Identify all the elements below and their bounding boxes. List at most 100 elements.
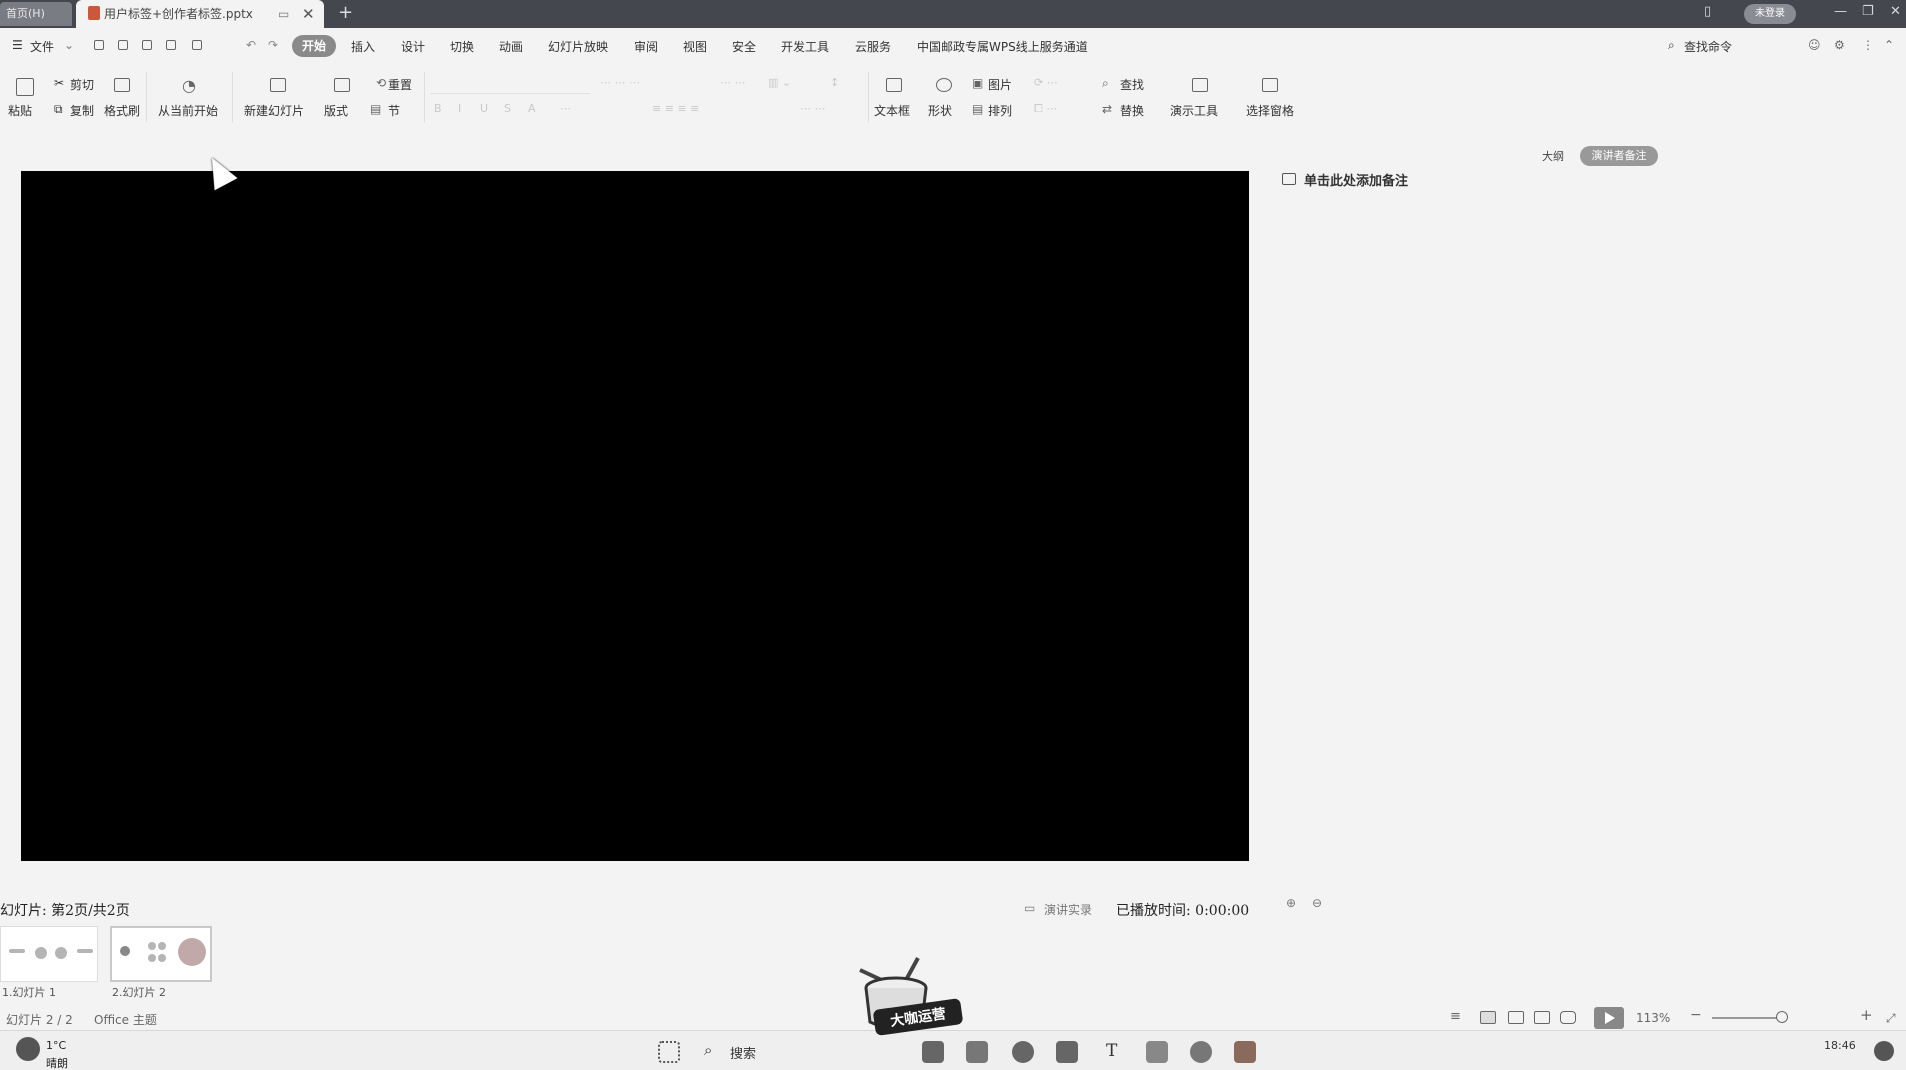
tab-insert[interactable]: 插入 bbox=[351, 38, 375, 55]
wps-presentation-icon[interactable] bbox=[1234, 1041, 1256, 1063]
tab-security[interactable]: 安全 bbox=[732, 38, 756, 55]
copy-button[interactable]: 复制 bbox=[70, 102, 94, 119]
search-command[interactable]: 查找命令 bbox=[1684, 38, 1732, 55]
open-icon[interactable] bbox=[94, 40, 104, 50]
slideshow-play-button[interactable] bbox=[1594, 1007, 1624, 1029]
hamburger-icon[interactable]: ☰ bbox=[12, 38, 23, 52]
selection-pane-icon[interactable] bbox=[1262, 78, 1278, 92]
calculator-icon[interactable] bbox=[1146, 1041, 1168, 1063]
reset-button[interactable]: 重置 bbox=[388, 76, 412, 93]
section-icon[interactable]: ▤ bbox=[370, 102, 381, 116]
tab-design[interactable]: 设计 bbox=[401, 38, 425, 55]
file-explorer-icon[interactable] bbox=[966, 1041, 988, 1063]
outline-tab[interactable]: 大纲 bbox=[1542, 148, 1564, 164]
close-tab-icon[interactable]: ✕ bbox=[302, 0, 315, 28]
rotate-icon[interactable]: ⟳ ⋯ bbox=[1034, 76, 1058, 89]
group-icon[interactable]: ⧠ ⋯ bbox=[1034, 102, 1057, 116]
notes-placeholder[interactable]: 单击此处添加备注 bbox=[1304, 170, 1408, 189]
play-from-current-icon[interactable]: ◔ bbox=[182, 76, 196, 95]
textbox-icon[interactable] bbox=[886, 78, 902, 92]
gear-icon[interactable]: ⚙ bbox=[1834, 38, 1845, 52]
home-tab[interactable]: 首页(H) bbox=[0, 2, 72, 26]
notification-icon[interactable] bbox=[1874, 1041, 1894, 1061]
font-color-icon[interactable]: A bbox=[528, 102, 536, 115]
paragraph-align-icons[interactable]: ≡ ≡ ≡ ≡ bbox=[652, 102, 699, 115]
paste-icon[interactable] bbox=[16, 78, 34, 96]
textbox-button[interactable]: 文本框 bbox=[874, 102, 910, 119]
arrange-icon[interactable]: ▤ bbox=[972, 102, 983, 116]
cut-button[interactable]: 剪切 bbox=[70, 76, 94, 93]
pin-icon[interactable]: ▭ bbox=[278, 0, 289, 28]
record-button[interactable]: 演讲实录 bbox=[1044, 901, 1092, 918]
tab-transitions[interactable]: 切换 bbox=[450, 38, 474, 55]
collapse-ribbon-icon[interactable]: ⌃ bbox=[1884, 38, 1894, 52]
font-effects-icon[interactable]: ⋯ bbox=[560, 102, 571, 115]
search-icon[interactable]: ⌕ bbox=[1668, 38, 1675, 53]
zoom-out-small-icon[interactable]: ⊖ bbox=[1312, 896, 1322, 910]
font-name-dropdown[interactable] bbox=[430, 76, 590, 94]
camera-icon[interactable]: ▭ bbox=[1024, 901, 1035, 915]
feedback-icon[interactable]: ☺ bbox=[1808, 38, 1821, 52]
zoom-in-icon[interactable]: + bbox=[1860, 1006, 1873, 1024]
font-size-controls-icon[interactable]: ⋯ ⋯ ⋯ bbox=[600, 76, 640, 89]
reading-view-icon[interactable] bbox=[1534, 1011, 1550, 1024]
document-tab[interactable]: 用户标签+创作者标签.pptx ▭ ✕ bbox=[76, 0, 324, 28]
record-view-icon[interactable] bbox=[1560, 1011, 1576, 1024]
bold-icon[interactable]: B bbox=[434, 102, 442, 115]
login-button[interactable]: 未登录 bbox=[1744, 4, 1796, 24]
shape-icon[interactable] bbox=[936, 78, 952, 92]
zoom-in-small-icon[interactable]: ⊕ bbox=[1286, 896, 1296, 910]
text-direction-icon[interactable]: ↕ bbox=[830, 76, 839, 89]
save-as-icon[interactable] bbox=[142, 40, 152, 50]
find-icon[interactable]: ⌕ bbox=[1102, 76, 1109, 91]
picture-button[interactable]: 图片 bbox=[988, 76, 1012, 93]
slide-sorter-icon[interactable] bbox=[1508, 1011, 1524, 1024]
save-icon[interactable] bbox=[118, 40, 128, 50]
paste-button[interactable]: 粘贴 bbox=[8, 102, 32, 119]
new-tab-button[interactable]: + bbox=[338, 2, 353, 23]
start-icon[interactable] bbox=[658, 1041, 680, 1063]
zoom-slider-track[interactable] bbox=[1712, 1017, 1784, 1019]
tablet-mode-icon[interactable]: ▯ bbox=[1704, 4, 1711, 19]
minimize-icon[interactable]: — bbox=[1834, 4, 1847, 19]
arrange-button[interactable]: 排列 bbox=[988, 102, 1012, 119]
speaker-notes-tab[interactable]: 演讲者备注 bbox=[1580, 146, 1658, 166]
more-icon[interactable]: ⋮ bbox=[1862, 38, 1874, 52]
slide-thumbnail-2[interactable] bbox=[110, 926, 212, 982]
weather-icon[interactable] bbox=[16, 1037, 40, 1061]
picture-icon[interactable]: ▣ bbox=[972, 76, 983, 90]
presenter-tools-icon[interactable] bbox=[1192, 78, 1208, 92]
format-painter-icon[interactable] bbox=[114, 78, 130, 92]
undo-icon[interactable]: ↶ bbox=[246, 38, 256, 52]
scissors-icon[interactable]: ✂ bbox=[54, 76, 64, 90]
print-icon[interactable] bbox=[166, 40, 176, 50]
replace-button[interactable]: 替换 bbox=[1120, 102, 1144, 119]
find-button[interactable]: 查找 bbox=[1120, 76, 1144, 93]
chrome-icon[interactable] bbox=[1190, 1041, 1212, 1063]
presenter-tools-button[interactable]: 演示工具 bbox=[1170, 102, 1218, 119]
underline-icon[interactable]: U bbox=[480, 102, 488, 115]
columns-icon[interactable]: ▥ ⌄ bbox=[768, 76, 791, 89]
tab-slideshow[interactable]: 幻灯片放映 bbox=[548, 38, 608, 55]
italic-icon[interactable]: I bbox=[458, 102, 461, 115]
zoom-slider-handle[interactable] bbox=[1776, 1011, 1788, 1023]
tab-developer[interactable]: 开发工具 bbox=[781, 38, 829, 55]
normal-view-icon[interactable] bbox=[1480, 1011, 1496, 1024]
print-preview-icon[interactable] bbox=[192, 40, 202, 50]
zoom-level[interactable]: 113% bbox=[1636, 1011, 1670, 1025]
notes-toggle-icon[interactable]: ≡ bbox=[1450, 1009, 1466, 1024]
redo-icon[interactable]: ↷ bbox=[268, 38, 278, 52]
slide-canvas[interactable] bbox=[21, 171, 1249, 861]
from-current-button[interactable]: 从当前开始 bbox=[158, 102, 218, 119]
tab-home[interactable]: 开始 bbox=[292, 35, 336, 57]
store-icon[interactable] bbox=[1056, 1041, 1078, 1063]
taskbar-search[interactable]: ⌕ 搜索 bbox=[700, 1037, 860, 1065]
format-painter-button[interactable]: 格式刷 bbox=[104, 102, 140, 119]
layout-button[interactable]: 版式 bbox=[324, 102, 348, 119]
tab-animations[interactable]: 动画 bbox=[499, 38, 523, 55]
strikethrough-icon[interactable]: S bbox=[504, 102, 511, 115]
reset-icon[interactable]: ⟲ bbox=[376, 76, 386, 90]
new-slide-button[interactable]: 新建幻灯片 bbox=[244, 102, 304, 119]
zoom-out-icon[interactable]: − bbox=[1690, 1007, 1702, 1023]
replace-icon[interactable]: ⇄ bbox=[1102, 102, 1112, 116]
